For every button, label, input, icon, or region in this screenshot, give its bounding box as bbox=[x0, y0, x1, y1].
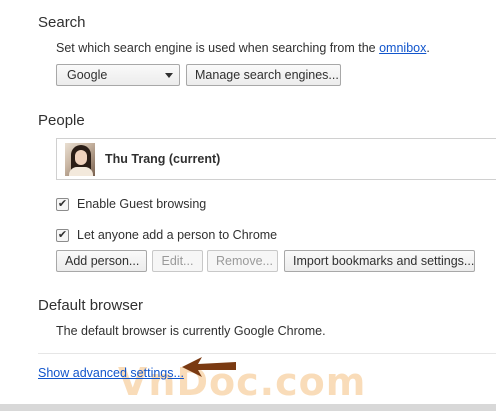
omnibox-link[interactable]: omnibox bbox=[379, 41, 426, 55]
profile-name: Thu Trang (current) bbox=[105, 152, 221, 166]
add-person-label: Let anyone add a person to Chrome bbox=[77, 228, 278, 242]
guest-browsing-checkbox[interactable]: ✔ bbox=[56, 198, 69, 211]
remove-person-button[interactable]: Remove... bbox=[207, 250, 278, 272]
search-description-text: Set which search engine is used when sea… bbox=[56, 41, 380, 55]
default-browser-title: Default browser bbox=[38, 297, 144, 314]
people-section-title: People bbox=[38, 112, 85, 129]
search-section-title: Search bbox=[38, 14, 86, 31]
arrow-icon bbox=[182, 357, 236, 377]
section-divider bbox=[38, 353, 496, 354]
manage-search-engines-button[interactable]: Manage search engines... bbox=[186, 64, 341, 86]
avatar bbox=[65, 143, 95, 176]
chevron-down-icon bbox=[165, 73, 173, 78]
show-advanced-settings-link[interactable]: Show advanced settings... bbox=[38, 366, 184, 380]
bottom-scroll-edge bbox=[0, 404, 496, 411]
profile-list[interactable]: Thu Trang (current) bbox=[56, 138, 496, 180]
search-description: Set which search engine is used when sea… bbox=[56, 41, 430, 55]
default-browser-status: The default browser is currently Google … bbox=[56, 324, 326, 338]
add-person-checkbox[interactable]: ✔ bbox=[56, 229, 69, 242]
search-engine-selected: Google bbox=[67, 68, 108, 82]
edit-person-button[interactable]: Edit... bbox=[152, 250, 203, 272]
guest-browsing-label: Enable Guest browsing bbox=[77, 197, 207, 211]
add-person-button[interactable]: Add person... bbox=[56, 250, 147, 272]
search-description-suffix: . bbox=[426, 41, 430, 55]
import-bookmarks-button[interactable]: Import bookmarks and settings... bbox=[284, 250, 475, 272]
search-engine-select[interactable]: Google bbox=[56, 64, 180, 86]
